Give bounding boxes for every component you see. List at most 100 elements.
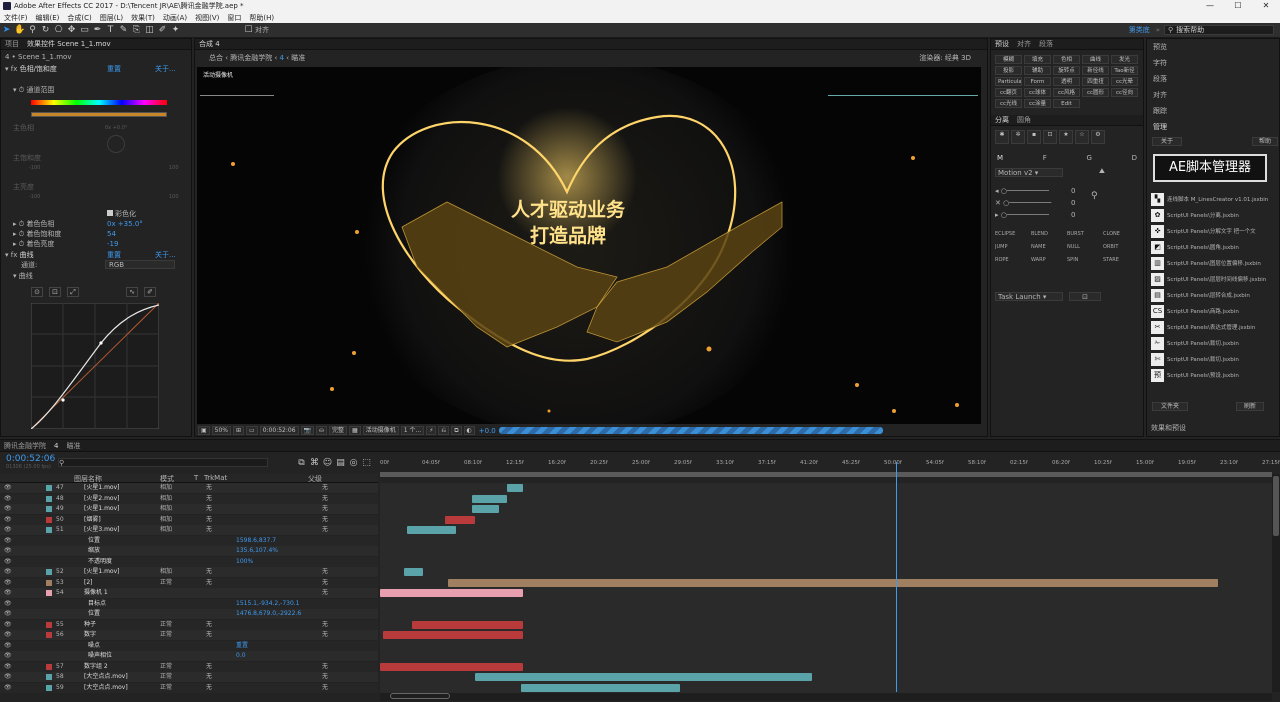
layer-trkmat[interactable]: 无 — [206, 662, 212, 672]
preset-button[interactable]: 新径线 — [1082, 66, 1109, 75]
comp-flowchart-icon[interactable]: ⧉ — [296, 458, 307, 469]
layer-row[interactable]: 👁 55 种子 正常 无 无 — [0, 619, 378, 630]
script-item[interactable]: ▤ ScriptUI Panels\层转合成.jsxbin — [1151, 287, 1275, 303]
fx-curves-reset[interactable]: 重置 — [107, 250, 121, 260]
preset-button[interactable]: 透明 — [1053, 77, 1080, 86]
help-button[interactable]: 帮助 — [1252, 137, 1278, 146]
visibility-icon[interactable]: 👁 — [4, 620, 12, 630]
panel-tracker[interactable]: 跟踪 — [1153, 106, 1167, 116]
layer-name[interactable]: 目标点 — [88, 599, 106, 609]
layer-row[interactable]: 👁 58 [大空点点.mov] 正常 无 无 — [0, 672, 378, 682]
layer-trkmat[interactable]: 无 — [206, 515, 212, 525]
collapse-icon[interactable]: ▸ ⏱ — [13, 220, 26, 228]
property-value[interactable]: 1476.8,679.0,-2922.6 — [236, 609, 301, 619]
property-value[interactable]: 1515.1,-934.2,-730.1 — [236, 599, 300, 609]
script-item[interactable]: ▥ ScriptUI Panels\图层位置偏移.jsxbin — [1151, 255, 1275, 271]
property-value[interactable]: 0.0 — [236, 651, 246, 661]
visibility-icon[interactable]: 👁 — [4, 494, 12, 504]
label-color-swatch[interactable] — [46, 663, 52, 670]
pan-behind-tool-icon[interactable]: ✥ — [66, 25, 77, 36]
menu-animation[interactable]: 动画(A) — [159, 13, 191, 23]
layer-duration-bar[interactable] — [447, 578, 1218, 587]
breadcrumb-1[interactable]: 腾讯金融学院 — [230, 54, 272, 62]
anim-button[interactable]: BURST — [1067, 231, 1103, 244]
task-launch-run-button[interactable]: ⊡ — [1069, 292, 1101, 301]
zoom-slider[interactable] — [390, 693, 450, 699]
layer-parent[interactable]: 无 — [322, 630, 328, 640]
label-color-swatch[interactable] — [46, 506, 52, 512]
curves-open-icon[interactable]: ⊙ — [31, 287, 43, 297]
visibility-icon[interactable]: 👁 — [4, 483, 12, 493]
motion-blur-icon[interactable]: ◎ — [348, 458, 359, 469]
snap-checkbox[interactable]: ☐ — [243, 25, 254, 36]
label-color-swatch[interactable] — [46, 621, 52, 628]
panel-preview[interactable]: 预览 — [1153, 42, 1167, 52]
disconnect-icon[interactable]: ✲ — [1011, 130, 1025, 144]
visibility-icon[interactable]: 👁 — [4, 672, 12, 682]
layer-name[interactable]: 数字组 2 — [84, 662, 108, 672]
label-color-swatch[interactable] — [46, 684, 52, 691]
layer-row[interactable]: 👁 53 [2] 正常 无 无 — [0, 577, 378, 588]
menu-window[interactable]: 窗口 — [223, 13, 245, 23]
property-row[interactable]: 👁 位置 1598.6,837.7 — [0, 535, 378, 546]
layer-mode[interactable]: 相加 — [160, 567, 172, 577]
property-value[interactable]: 重置 — [236, 641, 248, 651]
layer-row[interactable]: 👁 56 数字 正常 无 无 — [0, 630, 378, 640]
property-row[interactable]: 👁 噪点 重置 — [0, 640, 378, 651]
layer-parent[interactable]: 无 — [322, 620, 328, 630]
anim-button[interactable]: WARP — [1031, 257, 1067, 270]
panel-paragraph[interactable]: 段落 — [1153, 74, 1167, 84]
layer-name[interactable]: 噪点 — [88, 641, 100, 651]
layer-row[interactable]: 👁 59 [大空点点.mov] 正常 无 无 — [0, 682, 378, 693]
bounds-icon[interactable]: ⊡ — [1043, 130, 1057, 144]
label-color-swatch[interactable] — [46, 485, 52, 491]
property-value[interactable]: 100% — [236, 557, 253, 567]
label-color-swatch[interactable] — [46, 590, 52, 596]
layer-row[interactable]: 👁 47 [火星1.mov] 相加 无 无 — [0, 483, 378, 493]
layer-parent[interactable]: 无 — [322, 515, 328, 525]
script-item[interactable]: ▨ ScriptUI Panels\层层时间线偏移.jsxbin — [1151, 271, 1275, 287]
layer-row[interactable]: 👁 49 [火星1.mov] 相加 无 无 — [0, 504, 378, 514]
layer-parent[interactable]: 无 — [322, 662, 328, 672]
visibility-icon[interactable]: 👁 — [4, 599, 12, 609]
layer-trkmat[interactable]: 无 — [206, 494, 212, 504]
layer-mode[interactable]: 正常 — [160, 683, 172, 693]
layer-duration-bar[interactable] — [471, 494, 508, 503]
fx-toggle-icon[interactable]: ▾ fx — [5, 251, 20, 259]
workspace-menu-icon[interactable]: » — [1156, 26, 1160, 34]
slider-row-2[interactable]: ✕ ○────────── 0 — [995, 199, 1085, 211]
anchor-icon[interactable]: ▪ — [1027, 130, 1041, 144]
workspace-selector[interactable]: 第类底 — [1129, 25, 1150, 35]
menu-effect[interactable]: 效果(T) — [127, 13, 159, 23]
renderer-label[interactable]: 渲染器: 经典 3D — [919, 53, 971, 63]
layer-name[interactable]: [火星2.mov] — [84, 494, 119, 504]
layer-mode[interactable]: 相加 — [160, 483, 172, 493]
hand-tool-icon[interactable]: ✋ — [14, 25, 25, 36]
anim-button[interactable]: CLONE — [1103, 231, 1139, 244]
layer-track-area[interactable] — [380, 483, 1272, 693]
zoom-select[interactable]: 50% — [211, 426, 232, 435]
script-item[interactable]: ✿ ScriptUI Panels\分离.jsxbin — [1151, 207, 1275, 223]
label-color-swatch[interactable] — [46, 579, 52, 586]
preset-button[interactable]: cc翻页 — [995, 88, 1022, 97]
visibility-icon[interactable]: 👁 — [4, 525, 12, 535]
property-row[interactable]: 👁 位置 1476.8,679.0,-2922.6 — [0, 609, 378, 619]
tab-align[interactable]: 对齐 — [1017, 39, 1031, 49]
exposure-reset-icon[interactable]: ◐ — [463, 426, 475, 435]
shy-icon[interactable]: ☺ — [322, 458, 333, 469]
visibility-icon[interactable]: 👁 — [4, 662, 12, 672]
visibility-icon[interactable]: 👁 — [4, 630, 12, 640]
visibility-icon[interactable]: 👁 — [4, 557, 12, 567]
label-color-swatch[interactable] — [46, 569, 52, 575]
anim-button[interactable]: ROPE — [995, 257, 1031, 270]
layer-duration-bar[interactable] — [412, 620, 524, 629]
panel-align[interactable]: 对齐 — [1153, 90, 1167, 100]
layer-row[interactable]: 👁 51 [火星3.mov] 相加 无 无 — [0, 525, 378, 535]
layer-mode[interactable]: 正常 — [160, 630, 172, 640]
layer-duration-bar[interactable] — [380, 662, 524, 671]
tab-separate[interactable]: 分离 — [995, 115, 1009, 125]
breadcrumb-0[interactable]: 总合 — [209, 54, 223, 62]
label-color-swatch[interactable] — [46, 495, 52, 502]
preset-button[interactable]: Particular — [995, 77, 1022, 86]
layer-row[interactable]: 👁 50 [烟雾] 相加 无 无 — [0, 514, 378, 525]
